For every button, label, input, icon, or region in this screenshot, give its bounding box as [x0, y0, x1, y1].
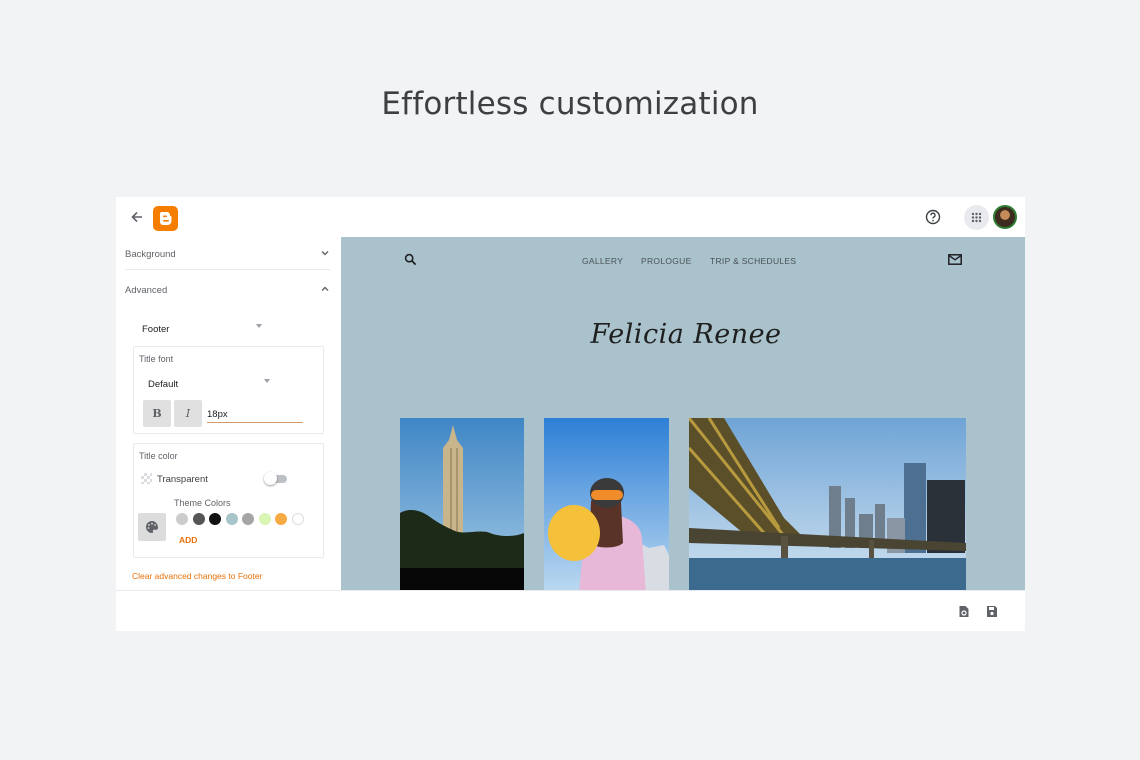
- bold-button[interactable]: B: [143, 400, 171, 427]
- section-select[interactable]: Footer: [142, 319, 262, 335]
- theme-color-swatch[interactable]: [242, 513, 254, 525]
- transparent-swatch-icon: [141, 473, 152, 484]
- color-picker-button[interactable]: [138, 513, 166, 541]
- transparent-toggle[interactable]: [264, 472, 287, 485]
- theme-color-swatch[interactable]: [176, 513, 188, 525]
- theme-color-swatch[interactable]: [291, 513, 304, 525]
- preview-icon[interactable]: [958, 605, 970, 618]
- chevron-up-icon: [321, 286, 329, 291]
- nav-item-trip-schedules[interactable]: TRIP & SCHEDULES: [710, 256, 796, 266]
- help-circle-icon[interactable]: [924, 208, 942, 226]
- background-section-label: Background: [125, 249, 176, 260]
- font-size-input[interactable]: 18px: [207, 409, 303, 423]
- theme-color-swatch[interactable]: [192, 513, 205, 525]
- save-icon[interactable]: [986, 605, 998, 618]
- dropdown-caret-icon: [256, 324, 262, 328]
- bottom-action-bar: [116, 590, 1025, 631]
- theme-colors-label: Theme Colors: [174, 498, 231, 508]
- font-family-select[interactable]: Default: [148, 374, 270, 390]
- gallery-photo-portrait[interactable]: [544, 418, 669, 590]
- page-headline: Effortless customization: [381, 86, 759, 122]
- palette-icon: [146, 521, 158, 533]
- nav-item-gallery[interactable]: GALLERY: [582, 256, 623, 266]
- theme-color-swatch[interactable]: [275, 513, 287, 525]
- background-section-header[interactable]: Background: [125, 237, 330, 270]
- clear-advanced-link[interactable]: Clear advanced changes to Footer: [132, 571, 262, 581]
- gallery-photo-bridge[interactable]: [689, 418, 966, 590]
- nav-item-prologue[interactable]: PROLOGUE: [641, 256, 692, 266]
- search-icon[interactable]: [404, 253, 417, 266]
- site-title: Felicia Renee: [590, 319, 782, 350]
- add-color-button[interactable]: ADD: [179, 535, 197, 545]
- title-color-label: Title color: [139, 451, 178, 461]
- chevron-down-icon: [321, 251, 329, 256]
- title-color-card: Title color Transparent Theme Colors ADD: [133, 443, 324, 558]
- section-select-value: Footer: [142, 324, 170, 335]
- toggle-knob: [264, 472, 277, 485]
- title-font-card: Title font Default B I 18px: [133, 346, 324, 434]
- user-avatar[interactable]: [993, 205, 1017, 229]
- theme-settings-panel: Background Advanced Footer Title font De…: [116, 237, 341, 590]
- arrow-back-icon[interactable]: [129, 209, 145, 225]
- advanced-section-header[interactable]: Advanced: [125, 274, 330, 307]
- blogger-logo-icon[interactable]: [153, 206, 178, 231]
- blogger-editor-window: Background Advanced Footer Title font De…: [116, 197, 1025, 631]
- theme-color-swatch[interactable]: [258, 513, 271, 525]
- title-font-label: Title font: [139, 354, 174, 364]
- italic-button[interactable]: I: [174, 400, 202, 427]
- theme-color-swatch[interactable]: [209, 513, 221, 525]
- dropdown-caret-icon: [264, 379, 270, 383]
- top-app-bar: [116, 197, 1025, 237]
- transparent-label: Transparent: [157, 474, 208, 485]
- apps-grid-icon[interactable]: [964, 205, 989, 230]
- mail-icon[interactable]: [948, 254, 962, 265]
- advanced-section-label: Advanced: [125, 285, 168, 296]
- blog-preview: GALLERY PROLOGUE TRIP & SCHEDULES Felici…: [341, 237, 1025, 590]
- gallery-photo-tower[interactable]: [400, 418, 524, 590]
- font-family-value: Default: [148, 379, 179, 390]
- theme-color-swatch[interactable]: [225, 513, 238, 525]
